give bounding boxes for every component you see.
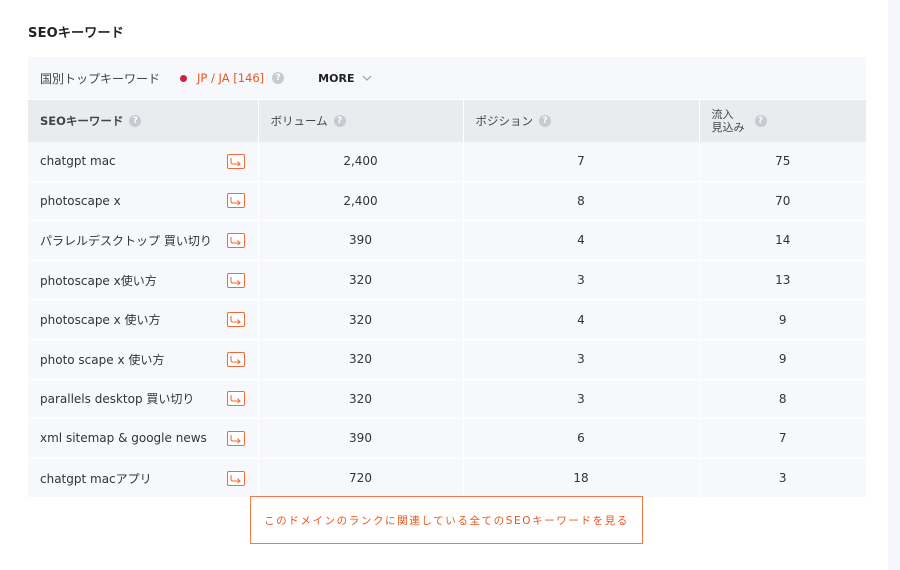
traffic-cell: 13: [699, 260, 866, 301]
position-cell: 3: [463, 379, 700, 420]
volume-cell: 320: [258, 260, 464, 301]
keyword-cell: xml sitemap & google news: [28, 418, 259, 459]
right-scroll-strip: [888, 0, 900, 570]
table-row: chatgpt mac 2,400 7 75: [28, 142, 866, 182]
volume-cell: 320: [258, 379, 464, 420]
table-header-row: SEOキーワード ? ボリューム ? ポジション ? 流入 見込み ?: [28, 100, 866, 142]
position-cell: 3: [463, 339, 700, 380]
more-button[interactable]: MORE: [318, 72, 372, 85]
keyword-cell: parallels desktop 買い切り: [28, 379, 259, 420]
position-cell: 7: [463, 142, 700, 182]
chevron-down-icon: [363, 75, 372, 81]
traffic-cell: 14: [699, 220, 866, 261]
keyword-cell: chatgpt macアプリ: [28, 458, 259, 499]
help-icon[interactable]: ?: [129, 115, 142, 127]
column-label-traffic-line2: 見込み: [711, 121, 745, 134]
column-header-volume[interactable]: ボリューム ?: [258, 100, 464, 142]
keyword-text[interactable]: photo scape x 使い方: [40, 351, 164, 368]
traffic-cell: 8: [699, 379, 866, 420]
keyword-text[interactable]: parallels desktop 買い切り: [40, 390, 194, 407]
keyword-text[interactable]: photoscape x 使い方: [40, 311, 161, 328]
column-header-position[interactable]: ポジション ?: [463, 100, 700, 142]
position-cell: 6: [463, 418, 700, 459]
keyword-cell: chatgpt mac: [28, 142, 259, 182]
traffic-cell: 9: [699, 299, 866, 340]
table-row: photoscape x 2,400 8 70: [28, 181, 866, 222]
column-label-traffic-line1: 流入: [711, 108, 734, 121]
external-link-icon[interactable]: [226, 351, 245, 367]
keyword-text[interactable]: xml sitemap & google news: [40, 431, 207, 445]
table-row: chatgpt macアプリ 720 18 3: [28, 458, 866, 499]
position-cell: 3: [463, 260, 700, 301]
help-icon[interactable]: ?: [539, 115, 551, 127]
column-label-position: ポジション: [475, 114, 534, 128]
table-row: xml sitemap & google news 390 6 7: [28, 418, 866, 459]
keyword-text[interactable]: chatgpt macアプリ: [40, 470, 152, 487]
view-all-keywords-button[interactable]: このドメインのランクに関連している全てのSEOキーワードを見る: [250, 496, 643, 544]
keyword-table: SEOキーワード ? ボリューム ? ポジション ? 流入 見込み ? chat…: [28, 100, 866, 499]
more-label: MORE: [318, 71, 355, 85]
column-header-traffic[interactable]: 流入 見込み ?: [699, 100, 866, 142]
external-link-icon[interactable]: [226, 430, 245, 446]
keyword-cell: photoscape x: [28, 181, 259, 222]
keyword-cell: photoscape x 使い方: [28, 299, 259, 340]
table-row: photo scape x 使い方 320 3 9: [28, 339, 866, 380]
column-header-keyword[interactable]: SEOキーワード ?: [28, 100, 259, 142]
position-cell: 18: [463, 458, 700, 499]
external-link-icon[interactable]: [226, 391, 245, 407]
external-link-icon[interactable]: [226, 272, 245, 288]
external-link-icon[interactable]: [226, 232, 245, 248]
position-cell: 4: [463, 299, 700, 340]
volume-cell: 720: [258, 458, 464, 499]
keyword-text[interactable]: photoscape x: [40, 194, 121, 208]
traffic-cell: 70: [699, 181, 866, 222]
help-icon[interactable]: ?: [754, 115, 767, 127]
help-icon[interactable]: ?: [333, 115, 346, 127]
volume-cell: 390: [258, 418, 464, 459]
external-link-icon[interactable]: [226, 153, 245, 169]
position-cell: 4: [463, 220, 700, 261]
volume-cell: 2,400: [258, 142, 464, 182]
external-link-icon[interactable]: [226, 193, 245, 209]
keyword-text[interactable]: パラレルデスクトップ 買い切り: [40, 232, 212, 249]
volume-cell: 2,400: [258, 181, 464, 222]
column-label-volume: ボリューム: [270, 114, 328, 128]
keyword-cell: photoscape x使い方: [28, 260, 259, 301]
traffic-cell: 7: [699, 418, 866, 459]
help-icon[interactable]: ?: [272, 72, 285, 84]
volume-cell: 320: [258, 299, 464, 340]
external-link-icon[interactable]: [226, 470, 245, 486]
traffic-cell: 3: [699, 458, 866, 499]
filter-bar: 国別トップキーワード JP / JA [146] ? MORE: [28, 57, 866, 99]
section-title: SEOキーワード: [28, 26, 124, 41]
keyword-text[interactable]: photoscape x使い方: [40, 272, 157, 289]
keyword-cell: パラレルデスクトップ 買い切り: [28, 220, 259, 261]
table-row: パラレルデスクトップ 買い切り 390 4 14: [28, 220, 866, 261]
traffic-cell: 75: [699, 142, 866, 182]
traffic-cell: 9: [699, 339, 866, 380]
volume-cell: 320: [258, 339, 464, 380]
country-selector[interactable]: JP / JA [146]: [197, 71, 264, 85]
position-cell: 8: [463, 181, 700, 222]
table-row: parallels desktop 買い切り 320 3 8: [28, 379, 866, 420]
keyword-text[interactable]: chatgpt mac: [40, 154, 116, 168]
table-row: photoscape x 使い方 320 4 9: [28, 299, 866, 340]
column-label-keyword: SEOキーワード: [40, 114, 124, 128]
table-row: photoscape x使い方 320 3 13: [28, 260, 866, 301]
volume-cell: 390: [258, 220, 464, 261]
external-link-icon[interactable]: [226, 312, 245, 328]
filter-label: 国別トップキーワード: [40, 71, 161, 86]
keyword-cell: photo scape x 使い方: [28, 339, 259, 380]
country-flag-dot: [180, 74, 188, 82]
